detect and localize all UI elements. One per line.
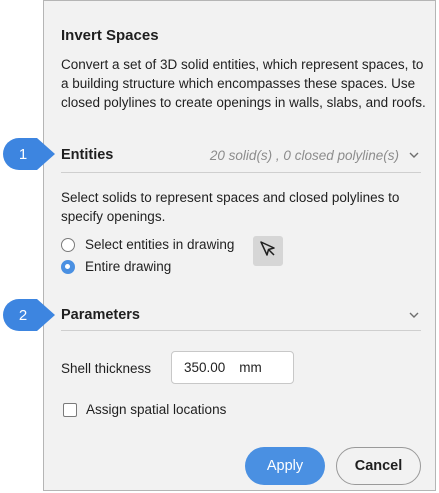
radio-entire-drawing[interactable]: Entire drawing	[61, 259, 171, 274]
chevron-down-icon[interactable]	[407, 308, 421, 322]
entities-section-title: Entities	[61, 147, 114, 163]
radio-select-entities[interactable]: Select entities in drawing	[61, 237, 234, 252]
cursor-select-icon	[258, 239, 278, 264]
chevron-down-icon[interactable]	[407, 148, 421, 162]
parameters-section-header[interactable]: Parameters	[61, 304, 421, 326]
panel-title: Invert Spaces	[61, 27, 159, 44]
invert-spaces-panel: Invert Spaces Convert a set of 3D solid …	[43, 0, 436, 491]
assign-spatial-locations-option[interactable]: Assign spatial locations	[63, 402, 226, 417]
panel-description: Convert a set of 3D solid entities, whic…	[61, 57, 426, 110]
shell-thickness-input[interactable]: 350.00 mm	[171, 351, 294, 384]
entities-instructions: Select solids to represent spaces and cl…	[61, 190, 400, 224]
entities-summary: 20 solid(s) , 0 closed polyline(s)	[209, 147, 399, 163]
radio-label: Entire drawing	[85, 259, 172, 274]
callout-marker-1: 1	[3, 138, 55, 170]
callout-number: 1	[18, 145, 28, 163]
radio-button-off[interactable]	[61, 237, 75, 252]
assign-spatial-locations-checkbox[interactable]	[63, 402, 77, 417]
shell-thickness-unit: mm	[239, 360, 262, 375]
entities-divider	[61, 172, 421, 173]
radio-label: Select entities in drawing	[85, 237, 235, 252]
callout-marker-2: 2	[3, 299, 55, 331]
assign-spatial-locations-label: Assign spatial locations	[86, 402, 227, 417]
radio-button-on[interactable]	[61, 259, 75, 274]
select-entities-button[interactable]	[253, 236, 283, 266]
callout-number: 2	[18, 306, 28, 324]
parameters-divider	[61, 330, 421, 331]
shell-thickness-label: Shell thickness	[61, 361, 152, 376]
parameters-section-title: Parameters	[61, 307, 140, 323]
apply-button[interactable]: Apply	[245, 447, 325, 485]
shell-thickness-value[interactable]: 350.00	[184, 360, 225, 375]
entities-section-header[interactable]: Entities 20 solid(s) , 0 closed polyline…	[61, 144, 421, 166]
cancel-button[interactable]: Cancel	[336, 447, 421, 485]
